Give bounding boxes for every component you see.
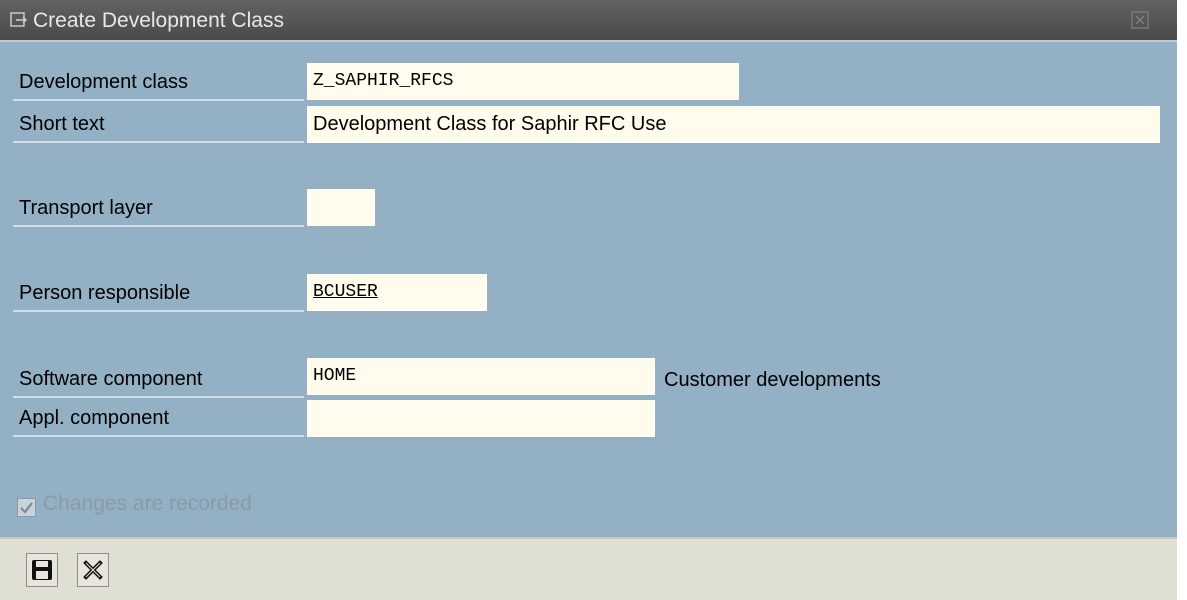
save-button[interactable] [26, 553, 58, 587]
changes-recorded-option: Changes are recorded [17, 486, 252, 522]
title-bar: Create Development Class [0, 0, 1177, 40]
development-class-field[interactable]: Z_SAPHIR_RFCS [307, 63, 739, 100]
software-component-label: Software component [13, 361, 304, 398]
appl-component-field[interactable] [307, 400, 655, 437]
changes-recorded-label: Changes are recorded [43, 492, 252, 515]
person-responsible-field[interactable]: BCUSER [307, 274, 487, 311]
development-class-label: Development class [13, 64, 304, 101]
short-text-label: Short text [13, 106, 304, 143]
close-icon[interactable] [1131, 11, 1149, 29]
cancel-button[interactable] [77, 553, 109, 587]
dialog-title: Create Development Class [33, 9, 284, 32]
transport-layer-label: Transport layer [13, 190, 304, 227]
dialog-icon [10, 12, 28, 28]
software-component-description: Customer developments [664, 369, 881, 391]
changes-recorded-checkbox [17, 493, 36, 517]
short-text-field[interactable]: Development Class for Saphir RFC Use [307, 106, 1160, 143]
appl-component-label: Appl. component [13, 400, 304, 437]
title-divider [0, 40, 1177, 42]
window-edge [1177, 0, 1187, 598]
transport-layer-field[interactable] [307, 189, 375, 226]
person-responsible-label: Person responsible [13, 275, 304, 312]
software-component-field[interactable]: HOME [307, 358, 655, 395]
bottom-toolbar [0, 537, 1177, 600]
cancel-icon [78, 560, 108, 590]
save-icon [27, 560, 57, 590]
create-development-class-dialog: Create Development Class Development cla… [0, 0, 1177, 600]
